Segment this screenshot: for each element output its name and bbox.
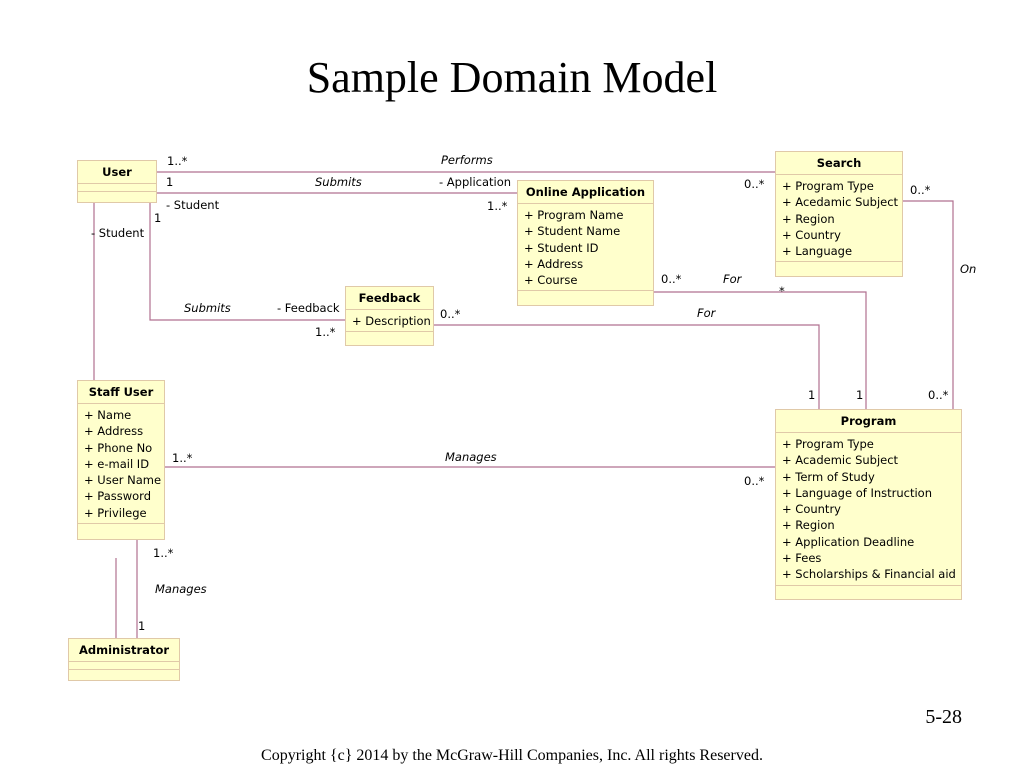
- attribute: + Region: [782, 211, 835, 226]
- application-for-line: [654, 291, 867, 410]
- feedback-for-to-mult: 1: [808, 388, 816, 402]
- staff-manages-name: Manages: [445, 450, 497, 464]
- attribute: + Privilege: [84, 505, 147, 520]
- submits-feedback-to-role: - Feedback: [277, 301, 340, 315]
- class-user[interactable]: User: [77, 160, 157, 203]
- performs-name: Performs: [441, 153, 493, 167]
- attribute: + Name: [84, 408, 132, 422]
- feedback-for-from-mult: 0..*: [440, 307, 461, 321]
- attribute: + Language: [782, 244, 853, 259]
- search-on-to-mult: 0..*: [928, 388, 949, 402]
- attribute: + Phone No: [84, 440, 153, 455]
- attribute: + User Name: [84, 473, 162, 488]
- attribute: + Student Name: [524, 224, 621, 239]
- attribute: + Course: [524, 273, 578, 288]
- copyright: Copyright {c} 2014 by the McGraw-Hill Co…: [261, 747, 763, 764]
- class-name: Online Application: [518, 181, 653, 204]
- application-program-mult: 1: [856, 388, 864, 402]
- feedback-for-line: [433, 324, 820, 410]
- performs-to-mult: 0..*: [744, 177, 765, 191]
- attribute: + Academic Subject: [782, 453, 899, 468]
- application-for-name: For: [723, 272, 742, 286]
- application-for-from-mult: 0..*: [661, 272, 682, 286]
- class-attributes: + Program Type + Academic Subject + Term…: [776, 433, 961, 586]
- class-feedback[interactable]: Feedback + Description: [345, 286, 434, 346]
- attribute: + Password: [84, 489, 152, 504]
- attribute: + Program Type: [782, 179, 874, 193]
- class-program[interactable]: Program + Program Type + Academic Subjec…: [775, 409, 962, 600]
- class-attributes: + Description: [346, 310, 433, 333]
- staff-manages-to-mult: 0..*: [744, 474, 765, 488]
- class-attributes: + Program Name + Student Name + Student …: [518, 204, 653, 292]
- class-online-application[interactable]: Online Application + Program Name + Stud…: [517, 180, 654, 306]
- class-name: User: [78, 161, 156, 184]
- class-staff-user[interactable]: Staff User + Name + Address + Phone No +…: [77, 380, 165, 540]
- class-name: Staff User: [78, 381, 164, 404]
- class-search[interactable]: Search + Program Type + Acedamic Subject…: [775, 151, 903, 277]
- submits-feedback-from-mult: 1: [154, 211, 162, 225]
- submits-feedback-name: Submits: [184, 301, 231, 315]
- admin-manages-name: Manages: [155, 582, 207, 596]
- application-for-to-mult: *: [779, 284, 785, 298]
- search-on-line: [903, 200, 954, 410]
- submits-application-from-mult: 1: [166, 175, 174, 189]
- submits-application-name: Submits: [315, 175, 362, 189]
- class-attributes: + Program Type + Acedamic Subject + Regi…: [776, 175, 902, 263]
- performs-from-mult: 1..*: [167, 154, 188, 168]
- feedback-for-name: For: [697, 306, 716, 320]
- class-name: Administrator: [69, 639, 179, 662]
- attribute: + Fees: [782, 551, 822, 566]
- search-on-name: On: [960, 262, 977, 276]
- page-number: 5-28: [925, 706, 962, 728]
- attribute: + Language of Instruction: [782, 485, 932, 500]
- attribute: + Application Deadline: [782, 534, 915, 549]
- submits-feedback-to-mult: 1..*: [315, 325, 336, 339]
- attribute: + Address: [524, 256, 584, 271]
- admin-manages-to-mult: 1: [138, 619, 146, 633]
- attribute: + Country: [782, 502, 841, 517]
- class-administrator[interactable]: Administrator: [68, 638, 180, 681]
- class-name: Feedback: [346, 287, 433, 310]
- submits-application-from-role: - Student: [166, 198, 220, 212]
- attribute: + Address: [84, 424, 144, 439]
- attribute: + e-mail ID: [84, 456, 150, 471]
- class-name: Search: [776, 152, 902, 175]
- attribute: + Country: [782, 227, 841, 242]
- attribute: + Program Name: [524, 208, 624, 222]
- attribute: + Student ID: [524, 240, 599, 255]
- class-attributes: [78, 184, 156, 192]
- search-on-from-mult: 0..*: [910, 183, 931, 197]
- class-attributes: + Name + Address + Phone No + e-mail ID …: [78, 404, 164, 525]
- attribute: + Acedamic Subject: [782, 195, 899, 210]
- class-attributes: [69, 662, 179, 670]
- attribute: + Region: [782, 518, 835, 533]
- attribute: + Scholarships & Financial aid: [782, 567, 956, 582]
- submits-application-to-mult: 1..*: [487, 199, 508, 213]
- attribute: + Program Type: [782, 437, 874, 451]
- class-name: Program: [776, 410, 961, 433]
- generalization-role: - Student: [91, 226, 145, 240]
- submits-application-to-role: - Application: [439, 175, 512, 189]
- staff-manages-from-mult: 1..*: [172, 451, 193, 465]
- admin-manages-from-mult: 1..*: [153, 546, 174, 560]
- attribute: + Description: [352, 314, 431, 328]
- attribute: + Term of Study: [782, 469, 875, 484]
